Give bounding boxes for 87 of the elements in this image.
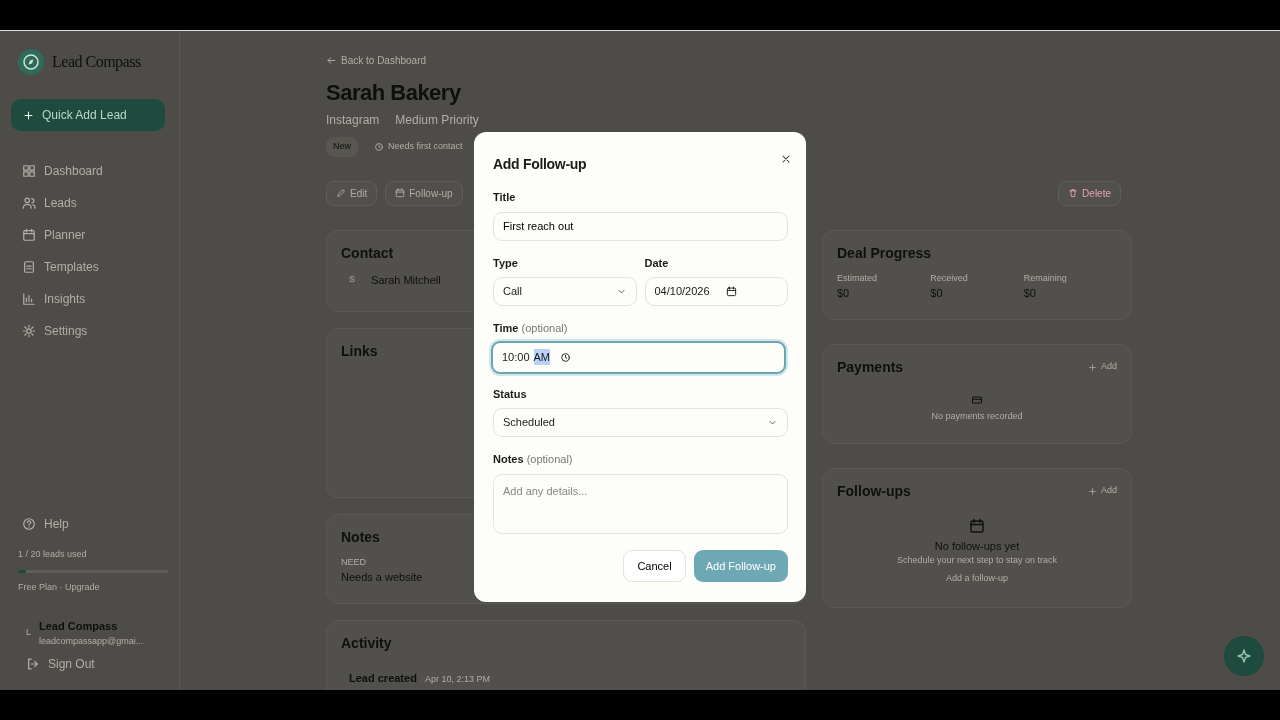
card-icon [971,393,983,406]
quick-add-button[interactable]: Quick Add Lead [11,99,165,131]
plan-link[interactable]: Free Plan · Upgrade [18,580,100,594]
section-title: Follow-ups [837,481,911,501]
sidebar-item[interactable]: Templates [18,251,103,283]
section-title: Payments [837,357,904,377]
activity-title: Lead created [349,670,417,686]
sparkle-icon [1236,648,1252,664]
sidebar-item[interactable]: Planner [18,219,90,251]
calendar-icon [395,188,406,198]
contact-name: Sarah Mitchell [371,272,441,288]
back-link[interactable]: Back to Dashboard [326,53,427,68]
stat-value: $0 [1023,286,1036,301]
date-input[interactable]: 04/10/2026 [644,277,788,306]
trash-icon [1068,188,1079,198]
time-input[interactable]: 10:00 AM [491,340,786,374]
sign-out-link[interactable]: Sign Out [22,648,99,680]
hint-text: Needs first contact [374,140,463,154]
cancel-button[interactable]: Cancel [623,549,686,582]
delete-button[interactable]: Delete [1058,180,1121,206]
calendar-icon [725,286,737,297]
account-email: leadcompassapp@gmai... [39,634,144,648]
sidebar-item[interactable]: Dashboard [18,155,107,187]
compass-logo-icon [18,49,44,75]
arrow-left-icon [326,55,337,66]
section-title: Links [341,341,378,361]
help-icon [22,517,36,531]
calendar-icon [22,228,36,242]
section-title: Contact [341,243,394,263]
calendar-icon [969,517,985,534]
followup-button[interactable]: Follow-up [385,180,463,206]
type-select[interactable]: Call [493,277,637,306]
stat-label: Estimated [837,271,878,285]
section-title: Activity [341,633,392,653]
settings-icon [22,324,36,338]
submit-button[interactable]: Add Follow-up [693,549,788,582]
plus-icon [23,109,34,121]
note-text: Needs a website [341,570,423,585]
sidebar-item[interactable]: Leads [18,187,81,219]
sidebar-item[interactable]: Settings [18,315,92,347]
notes-input[interactable]: Add any details... [493,473,788,534]
pencil-icon [336,188,346,198]
field-label: Type [493,255,519,271]
empty-title: No follow-ups yet [934,538,1020,554]
priority-text: Medium Priority [395,112,479,129]
lead-name: Sarah Bakery [326,79,461,107]
status-select[interactable]: Scheduled [493,408,788,437]
stat-value: $0 [930,286,943,301]
stat-label: Remaining [1023,271,1067,285]
usage-text: 1 / 20 leads used [18,548,87,561]
sidebar-item[interactable]: Insights [18,283,90,315]
stat-label: Received [930,271,968,285]
title-input[interactable]: First reach out [493,211,788,241]
clock-icon [374,141,384,152]
edit-button[interactable]: Edit [326,180,378,206]
plus-icon [1088,362,1097,372]
add-link[interactable]: Add [1088,360,1117,374]
avatar-initial: S [349,273,355,286]
field-label: Title [493,190,517,205]
note-label: NEED [341,555,366,569]
empty-text: No payments recorded [931,409,1023,423]
field-label: Notes (optional) [493,452,574,467]
stat-value: $0 [837,286,850,301]
status-badge: New [326,137,358,157]
help-link[interactable]: Help [18,508,73,540]
account-name: Lead Compass [39,619,118,634]
empty-text: Schedule your next step to stay on track [896,554,1058,567]
field-label: Status [493,386,528,402]
dialog-title: Add Follow-up [493,155,587,174]
grid-icon [22,164,36,178]
people-icon [22,196,36,210]
bar-chart-icon [22,292,36,306]
field-label: Date [644,255,670,271]
activity-time: Apr 10, 2:13 PM [424,672,490,686]
section-title: Deal Progress [837,243,932,263]
plus-icon [1088,486,1097,496]
sign-out-icon [26,657,40,671]
brand-name: Lead Compass [52,52,141,73]
field-label: Time (optional) [493,321,569,336]
assistant-button[interactable] [1224,636,1264,676]
document-icon [22,260,36,274]
source-text: Instagram [326,112,380,129]
section-title: Notes [341,527,380,547]
add-link[interactable]: Add [1088,484,1117,498]
avatar-initial: L [26,626,31,640]
add-follow-up-link[interactable]: Add a follow-up [945,571,1008,585]
clock-icon [560,351,572,363]
